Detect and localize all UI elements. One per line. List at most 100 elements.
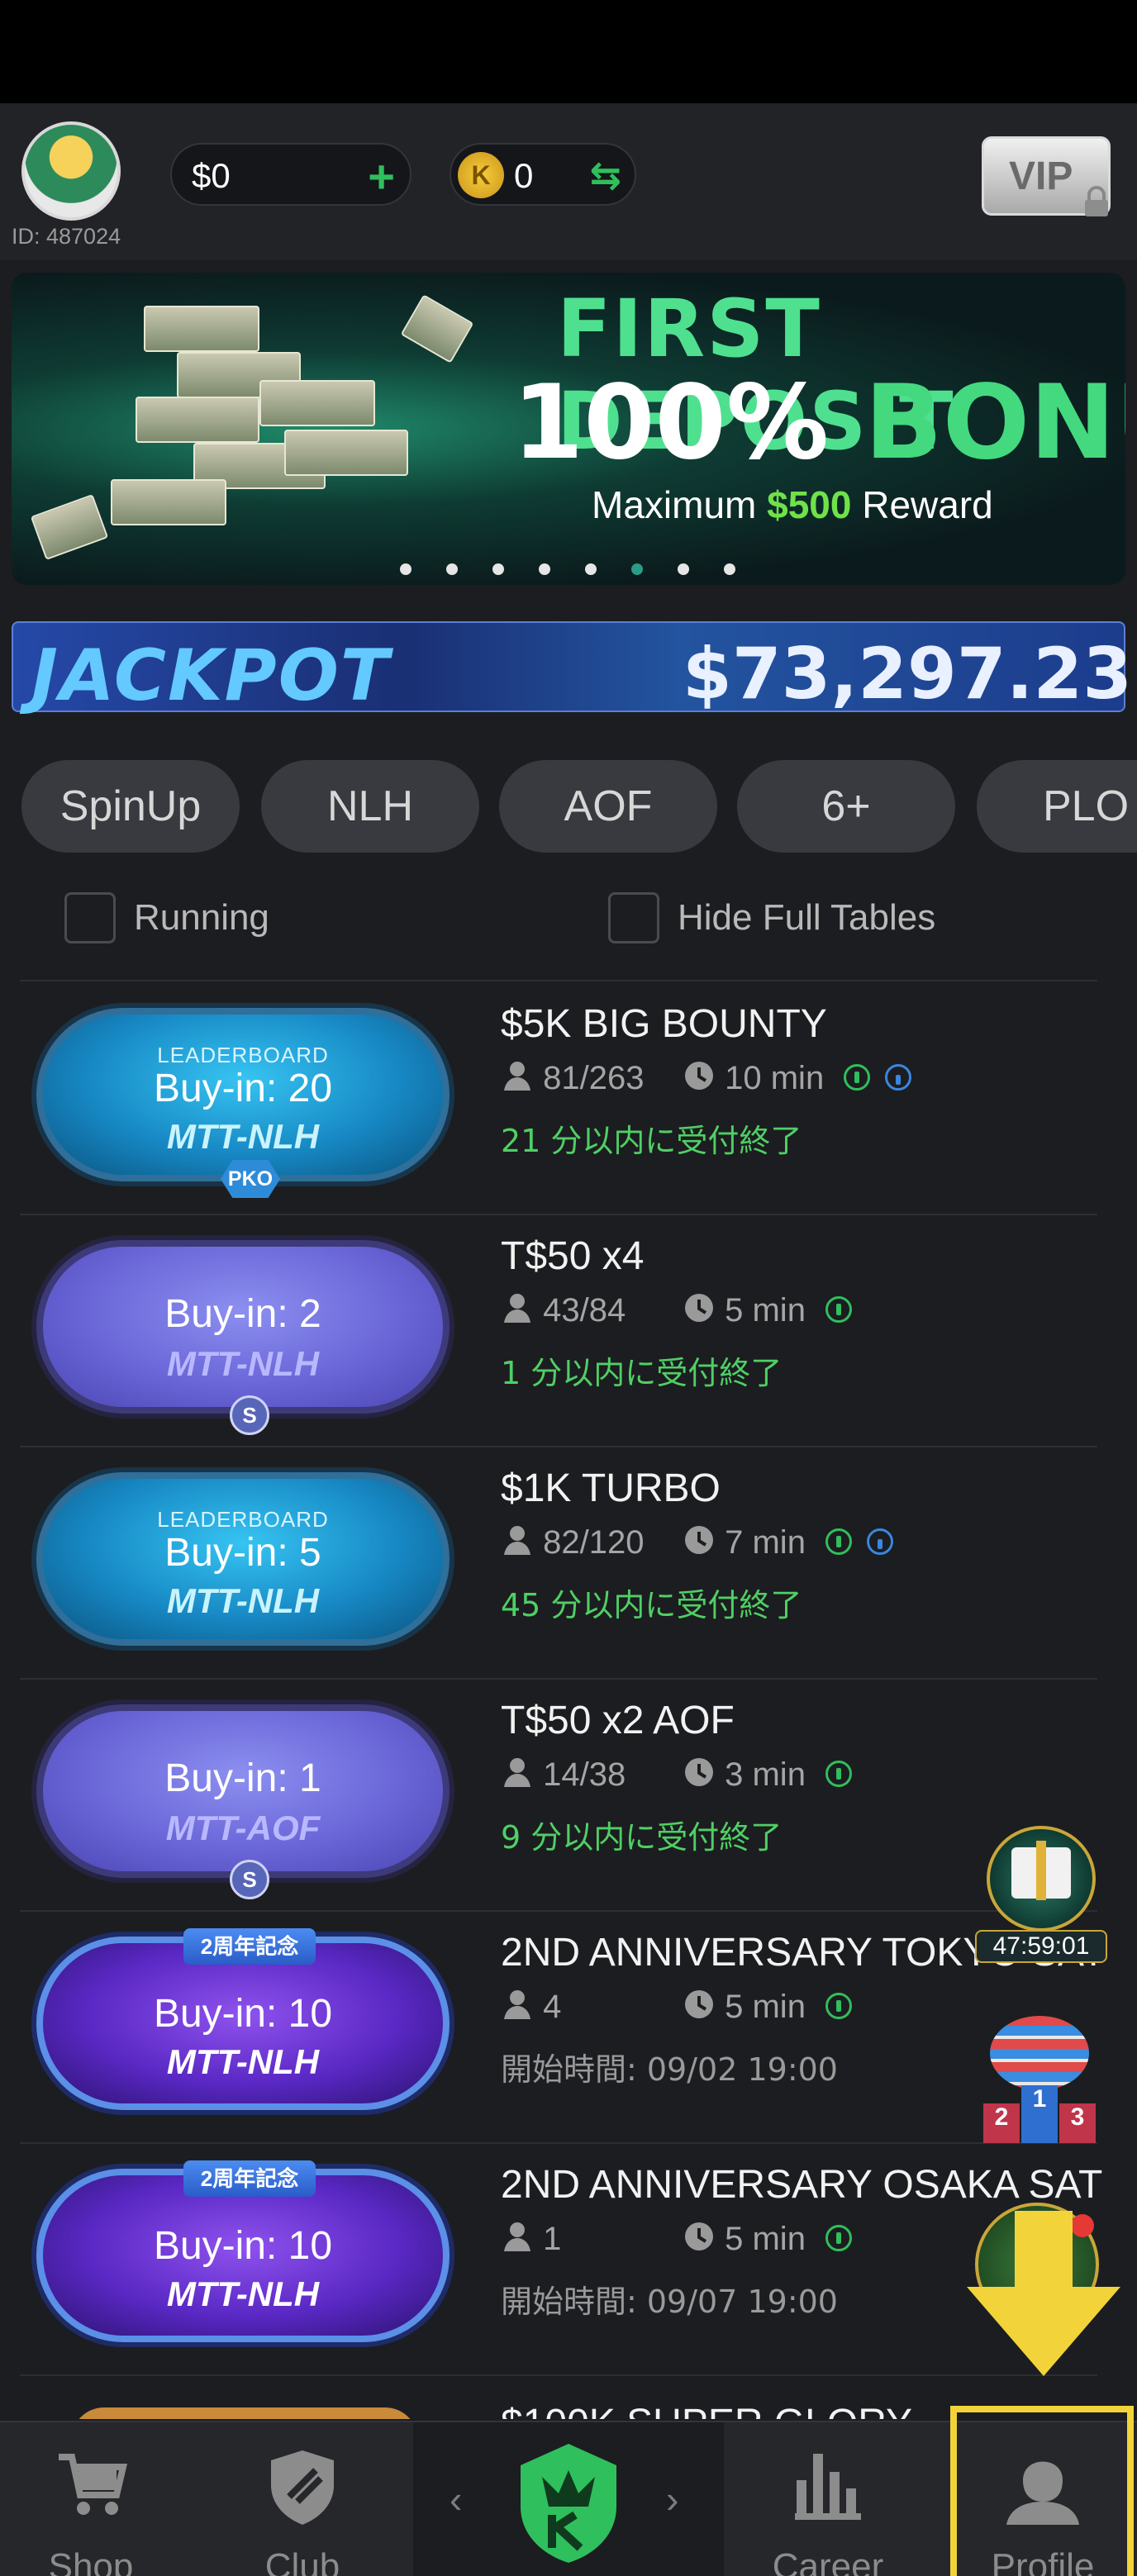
clock-icon bbox=[685, 1294, 713, 1322]
leaderboard-label: LEADERBOARD bbox=[157, 1043, 329, 1067]
carousel-dot[interactable] bbox=[724, 563, 735, 575]
registration-status: 開始時間: 09/02 19:00 bbox=[501, 2051, 838, 2088]
carousel-dot[interactable] bbox=[446, 563, 458, 575]
person-icon bbox=[504, 1758, 530, 1787]
info-icon[interactable] bbox=[866, 1528, 893, 1555]
promo-banner[interactable]: FIRST DEPOSIT 100% BONUS Maximum $500 Re… bbox=[12, 273, 1125, 585]
jackpot-banner[interactable]: JACKPOT $73,297.23 bbox=[12, 621, 1132, 717]
banner-sub-prefix: Maximum bbox=[592, 483, 768, 526]
avatar[interactable] bbox=[21, 121, 121, 221]
guarantee-icon bbox=[825, 1993, 852, 2019]
banner-bonus-word: BONUS bbox=[864, 364, 1125, 482]
chip-stack-icon bbox=[990, 2016, 1089, 2090]
tournament-row[interactable]: Buy-in: 2 MTT-NLH S T$50 x4 43/84 5 min 1 分以… bbox=[0, 1215, 1137, 1447]
running-label: Running bbox=[134, 897, 269, 938]
player-count: 43/84 bbox=[543, 1292, 626, 1328]
player-count: 82/120 bbox=[543, 1524, 645, 1561]
divider bbox=[20, 980, 1097, 981]
jackpot-label: JACKPOT bbox=[31, 634, 391, 717]
money-illustration bbox=[144, 306, 259, 352]
coin-balance[interactable]: K 0 ⇆ bbox=[450, 143, 636, 206]
nav-career[interactable]: Career bbox=[737, 2422, 919, 2576]
tournament-row[interactable]: 2周年記念 Buy-in: 10 MTT-NLH 2ND ANNIVERSARY TO… bbox=[0, 1912, 1137, 2144]
filter-chip-6plus[interactable]: 6+ bbox=[737, 760, 955, 853]
banner-percent: 100% bbox=[512, 364, 865, 482]
info-icon[interactable] bbox=[885, 1064, 912, 1091]
coin-amount: 0 bbox=[514, 156, 534, 195]
satellite-tag: S bbox=[230, 1860, 269, 1899]
cash-balance[interactable]: $0 + bbox=[170, 143, 412, 206]
carousel-dots bbox=[400, 563, 747, 580]
blind-time: 7 min bbox=[725, 1524, 806, 1561]
registration-status: 21 分以内に受付終了 bbox=[501, 1123, 802, 1159]
nav-club[interactable]: Club bbox=[212, 2422, 393, 2576]
banner-subtitle: Maximum $500 Reward bbox=[592, 482, 993, 527]
leaderboard-label: LEADERBOARD bbox=[157, 1507, 329, 1532]
person-icon bbox=[504, 1990, 530, 2019]
guarantee-icon bbox=[825, 2225, 852, 2251]
tournament-title: T$50 x2 AOF bbox=[501, 1699, 735, 1742]
carousel-dot[interactable] bbox=[400, 563, 412, 575]
nav-home[interactable]: ‹ › bbox=[413, 2422, 724, 2576]
top-header: ID: 487024 $0 + K 0 ⇆ VIP bbox=[0, 103, 1137, 260]
person-icon bbox=[504, 1526, 530, 1555]
filter-chip-nlh[interactable]: NLH bbox=[261, 760, 479, 853]
chevron-right-icon[interactable]: › bbox=[666, 2477, 678, 2521]
game-type-label: MTT-NLH bbox=[166, 1581, 320, 1620]
vip-button[interactable]: VIP bbox=[982, 136, 1111, 216]
down-arrow-icon bbox=[967, 2211, 1120, 2376]
buyin-badge[interactable]: 2周年記念 Buy-in: 10 MTT-NLH bbox=[36, 2160, 450, 2342]
filter-chip-aof[interactable]: AOF bbox=[499, 760, 717, 853]
carousel-dot-active[interactable] bbox=[631, 563, 643, 575]
person-icon bbox=[504, 1062, 530, 1091]
blind-time: 3 min bbox=[725, 1756, 806, 1793]
pko-tag: PKO bbox=[221, 1160, 280, 1198]
buyin-badge[interactable]: Buy-in: 2 MTT-NLH S bbox=[36, 1240, 450, 1435]
buyin-label: Buy-in: 10 bbox=[153, 2224, 333, 2268]
carousel-dot[interactable] bbox=[492, 563, 504, 575]
buyin-label: Buy-in: 10 bbox=[153, 1992, 333, 2036]
gift-widget[interactable]: 47:59:01 bbox=[975, 1818, 1107, 1966]
chevron-left-icon[interactable]: ‹ bbox=[450, 2477, 462, 2521]
blind-time: 5 min bbox=[725, 2221, 806, 2257]
game-filter-tabs: SpinUp NLH AOF 6+ PLO bbox=[0, 760, 1137, 853]
tournament-meta: 4 5 min bbox=[501, 1988, 852, 2031]
buyin-badge[interactable]: Buy-in: 1 MTT-AOF S bbox=[36, 1704, 450, 1899]
registration-status: 1 分以内に受付終了 bbox=[501, 1355, 783, 1391]
vip-label: VIP bbox=[1009, 154, 1073, 198]
banner-bonus: 100% BONUS bbox=[512, 364, 1125, 482]
cash-amount: $0 bbox=[192, 156, 231, 195]
tournament-row[interactable]: LEADERBOARD Buy-in: 20 MTT-NLH PKO $5K BIG B… bbox=[0, 983, 1137, 1215]
filter-chip-plo[interactable]: PLO bbox=[977, 760, 1137, 853]
clock-icon bbox=[685, 1758, 713, 1786]
filter-chip-spinup[interactable]: SpinUp bbox=[21, 760, 240, 853]
tournament-meta: 82/120 7 min bbox=[501, 1523, 893, 1566]
buyin-badge[interactable]: 2周年記念 Buy-in: 10 MTT-NLH bbox=[36, 1928, 450, 2110]
peek-title: $100K SUPER GLORY bbox=[501, 2401, 912, 2419]
plus-icon[interactable]: + bbox=[368, 150, 395, 203]
carousel-dot[interactable] bbox=[585, 563, 597, 575]
nav-shop[interactable]: Shop bbox=[0, 2422, 182, 2576]
hide-full-tables-label: Hide Full Tables bbox=[678, 897, 936, 938]
registration-status: 開始時間: 09/07 19:00 bbox=[501, 2284, 838, 2320]
buyin-badge[interactable]: LEADERBOARD Buy-in: 5 MTT-NLH bbox=[36, 1472, 450, 1646]
swap-icon[interactable]: ⇆ bbox=[589, 153, 621, 197]
money-illustration bbox=[30, 494, 109, 560]
running-checkbox[interactable] bbox=[64, 892, 116, 943]
user-id: ID: 487024 bbox=[12, 224, 121, 249]
leaderboard-widget[interactable]: 2 1 3 bbox=[973, 2016, 1106, 2148]
tournament-meta: 81/263 10 min bbox=[501, 1059, 912, 1102]
player-count: 81/263 bbox=[543, 1060, 645, 1096]
clock-icon bbox=[685, 1990, 713, 2018]
buyin-badge[interactable]: LEADERBOARD Buy-in: 20 MTT-NLH PKO bbox=[36, 1008, 450, 1198]
nav-club-label: Club bbox=[264, 2546, 340, 2576]
hide-full-tables-checkbox[interactable] bbox=[608, 892, 659, 943]
podium-icon: 2 1 3 bbox=[983, 2082, 1096, 2143]
tournament-row[interactable]: LEADERBOARD Buy-in: 5 MTT-NLH $1K TURBO 82/… bbox=[0, 1447, 1137, 1680]
anniversary-tag: 2周年記念 bbox=[183, 1928, 316, 1965]
carousel-dot[interactable] bbox=[539, 563, 550, 575]
carousel-dot[interactable] bbox=[678, 563, 689, 575]
banner-sub-amount: $500 bbox=[767, 483, 852, 526]
cart-icon bbox=[59, 2454, 128, 2515]
tournament-row[interactable]: Buy-in: 1 MTT-AOF S T$50 x2 AOF 14/38 3 min… bbox=[0, 1680, 1137, 1912]
